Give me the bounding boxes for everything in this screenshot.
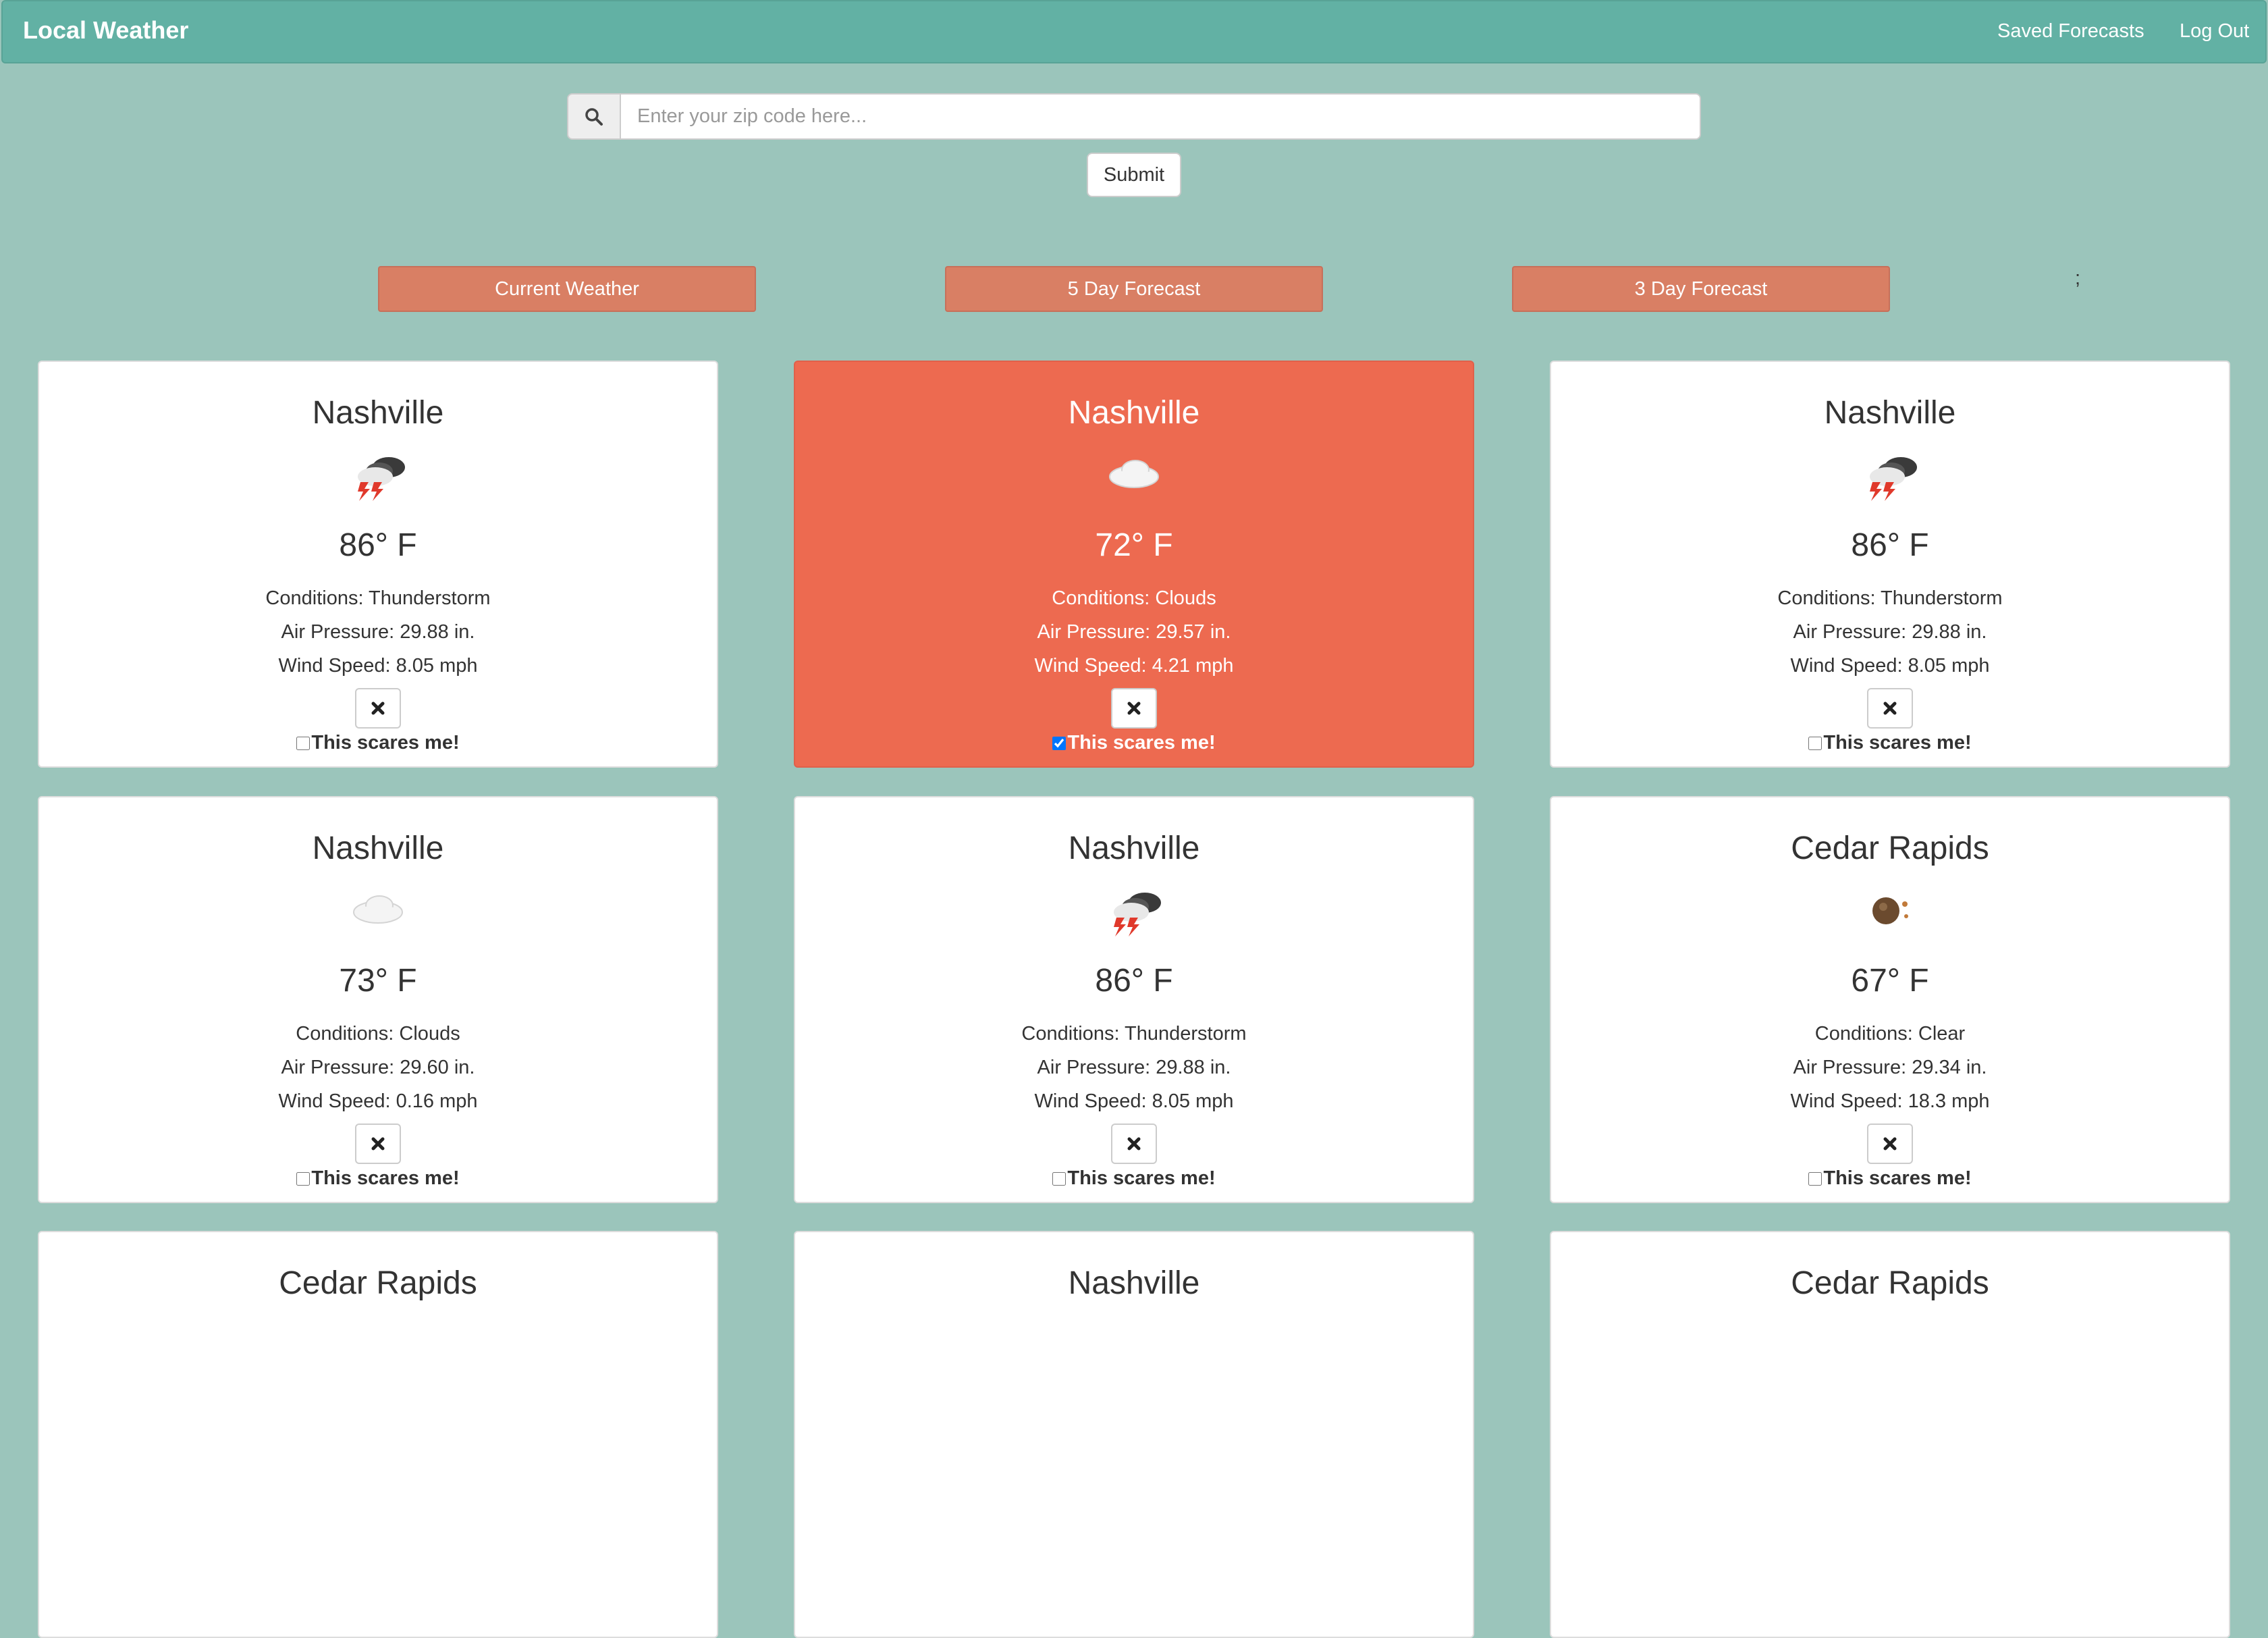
five-day-forecast-button[interactable]: 5 Day Forecast xyxy=(945,266,1323,312)
scare-label: This scares me! xyxy=(1823,1167,1972,1189)
clear-icon xyxy=(1872,897,1908,924)
remove-button[interactable] xyxy=(1867,688,1913,729)
scare-label: This scares me! xyxy=(1067,732,1216,754)
three-day-forecast-button[interactable]: 3 Day Forecast xyxy=(1512,266,1890,312)
weather-card: Nashville 72° F Conditions: Clouds Air Pres… xyxy=(794,361,1474,768)
city-name: Nashville xyxy=(1068,395,1200,431)
weather-card: Nashville 86° F Conditions: Thunderstorm Ai… xyxy=(794,796,1474,1203)
scare-label: This scares me! xyxy=(311,1167,460,1189)
saved-forecasts-link[interactable]: Saved Forecasts xyxy=(1997,20,2144,43)
navbar: Local Weather Saved Forecasts Log Out xyxy=(1,0,2267,63)
conditions-text: Conditions: Thunderstorm xyxy=(265,587,491,609)
air-pressure-text: Air Pressure: 29.88 in. xyxy=(1793,621,1987,643)
weather-card: Cedar Rapids xyxy=(1550,1231,2230,1638)
conditions-text: Conditions: Thunderstorm xyxy=(1777,587,2003,609)
weather-card: Nashville xyxy=(794,1231,1474,1638)
temperature: 86° F xyxy=(339,527,417,563)
scare-checkbox[interactable] xyxy=(1052,736,1066,750)
air-pressure-text: Air Pressure: 29.57 in. xyxy=(1037,621,1231,643)
scare-checkbox-row: This scares me! xyxy=(1551,1167,2229,1190)
scare-label: This scares me! xyxy=(1067,1167,1216,1189)
scare-checkbox[interactable] xyxy=(1808,736,1823,750)
conditions-text: Conditions: Clouds xyxy=(296,1023,460,1045)
temperature: 86° F xyxy=(1851,527,1929,563)
scare-checkbox-row: This scares me! xyxy=(795,1167,1473,1190)
scare-label: This scares me! xyxy=(1823,732,1972,754)
weather-card: Nashville 86° F Conditions: Thunderstorm Ai… xyxy=(38,361,718,768)
air-pressure-text: Air Pressure: 29.60 in. xyxy=(281,1057,475,1078)
wind-speed-text: Wind Speed: 4.21 mph xyxy=(1034,655,1234,677)
scare-checkbox[interactable] xyxy=(296,1171,310,1186)
close-icon xyxy=(1883,1137,1897,1151)
thunderstorm-icon xyxy=(1870,457,1917,501)
temperature: 67° F xyxy=(1851,963,1929,999)
weather-card: Cedar Rapids xyxy=(38,1231,718,1638)
remove-button[interactable] xyxy=(1111,1124,1157,1164)
scare-checkbox-row: This scares me! xyxy=(39,732,717,754)
scare-checkbox-row: This scares me! xyxy=(795,732,1473,754)
conditions-text: Conditions: Clear xyxy=(1814,1023,1966,1045)
remove-button[interactable] xyxy=(355,1124,401,1164)
wind-speed-text: Wind Speed: 18.3 mph xyxy=(1790,1090,1990,1112)
city-name: Cedar Rapids xyxy=(279,1265,477,1301)
weather-card: Nashville 86° F Conditions: Thunderstorm Ai… xyxy=(1550,361,2230,768)
scare-checkbox[interactable] xyxy=(1808,1171,1823,1186)
log-out-link[interactable]: Log Out xyxy=(2180,20,2249,43)
brand-title[interactable]: Local Weather xyxy=(23,16,188,45)
remove-button[interactable] xyxy=(1111,688,1157,729)
stray-semicolon: ; xyxy=(2075,267,2081,289)
air-pressure-text: Air Pressure: 29.34 in. xyxy=(1793,1057,1987,1078)
weather-card: Cedar Rapids 67° F Conditions: Clear Air Pr… xyxy=(1550,796,2230,1203)
close-icon xyxy=(1127,702,1141,715)
city-name: Nashville xyxy=(312,395,444,431)
submit-button[interactable]: Submit xyxy=(1087,153,1181,197)
city-name: Nashville xyxy=(1824,395,1956,431)
conditions-text: Conditions: Clouds xyxy=(1052,587,1216,609)
thunderstorm-icon xyxy=(1114,893,1161,936)
temperature: 72° F xyxy=(1095,527,1173,563)
city-name: Nashville xyxy=(1068,1265,1200,1301)
conditions-text: Conditions: Thunderstorm xyxy=(1021,1023,1247,1045)
close-icon xyxy=(1883,702,1897,715)
zip-code-input[interactable] xyxy=(620,93,1701,140)
air-pressure-text: Air Pressure: 29.88 in. xyxy=(1037,1057,1231,1078)
city-name: Nashville xyxy=(1068,830,1200,866)
wind-speed-text: Wind Speed: 8.05 mph xyxy=(1034,1090,1234,1112)
wind-speed-text: Wind Speed: 8.05 mph xyxy=(278,655,478,677)
current-weather-button[interactable]: Current Weather xyxy=(378,266,756,312)
thunderstorm-icon xyxy=(358,457,405,501)
wind-speed-text: Wind Speed: 0.16 mph xyxy=(278,1090,478,1112)
scare-checkbox[interactable] xyxy=(296,736,310,750)
close-icon xyxy=(1127,1137,1141,1151)
search-group xyxy=(567,93,1701,140)
temperature: 86° F xyxy=(1095,963,1173,999)
air-pressure-text: Air Pressure: 29.88 in. xyxy=(281,621,475,643)
search-icon xyxy=(567,93,621,140)
close-icon xyxy=(371,702,385,715)
remove-button[interactable] xyxy=(1867,1124,1913,1164)
scare-label: This scares me! xyxy=(311,732,460,754)
cloud-icon xyxy=(353,895,403,924)
scare-checkbox-row: This scares me! xyxy=(1551,732,2229,754)
temperature: 73° F xyxy=(339,963,417,999)
close-icon xyxy=(371,1137,385,1151)
scare-checkbox[interactable] xyxy=(1052,1171,1066,1186)
weather-card: Nashville 73° F Conditions: Clouds Air Pres… xyxy=(38,796,718,1203)
remove-button[interactable] xyxy=(355,688,401,729)
scare-checkbox-row: This scares me! xyxy=(39,1167,717,1190)
wind-speed-text: Wind Speed: 8.05 mph xyxy=(1790,655,1990,677)
city-name: Cedar Rapids xyxy=(1791,1265,1989,1301)
city-name: Nashville xyxy=(312,830,444,866)
city-name: Cedar Rapids xyxy=(1791,830,1989,866)
cloud-icon xyxy=(1109,460,1159,488)
